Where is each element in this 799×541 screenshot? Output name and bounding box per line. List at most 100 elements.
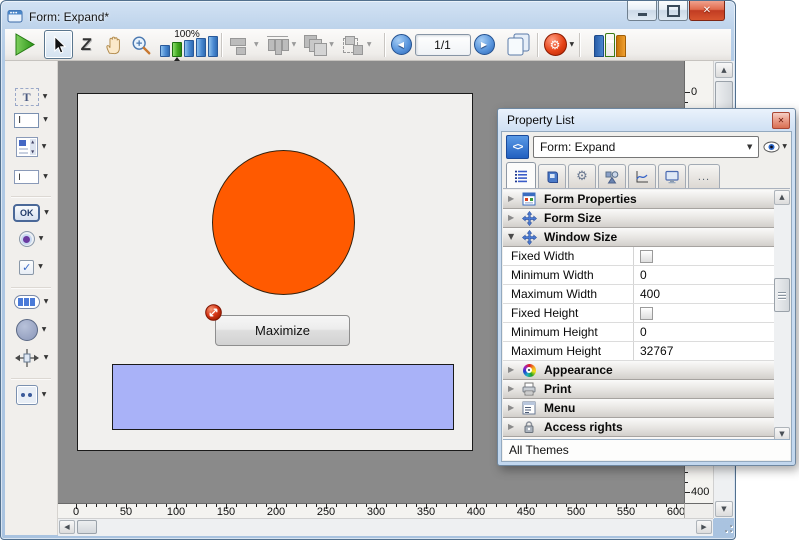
section-header-print[interactable]: ▶ Print: [503, 380, 775, 399]
zoom-level-selector[interactable]: 100%: [158, 29, 216, 60]
property-row-fixed-height: Fixed Height: [503, 304, 775, 323]
property-list-close-button[interactable]: ✕: [772, 112, 790, 129]
scroll-up-button[interactable]: ▲: [715, 62, 733, 78]
run-button[interactable]: [11, 31, 38, 58]
section-label: Menu: [544, 401, 575, 415]
fixed-height-checkbox[interactable]: [640, 307, 653, 320]
circle-widget[interactable]: [212, 150, 355, 295]
tab-order-tool-button[interactable]: Z: [73, 31, 100, 58]
code-icon[interactable]: <>: [506, 135, 529, 159]
maximize-widget-button[interactable]: Maximize: [215, 315, 350, 346]
previous-page-button[interactable]: ◀: [391, 34, 412, 55]
section-label: Form Properties: [544, 192, 637, 206]
window-icon: [7, 8, 23, 27]
palette-separator: [11, 378, 51, 380]
section-header-appearance[interactable]: ▶ Appearance: [503, 361, 775, 380]
property-label: Fixed Height: [503, 306, 633, 320]
tab-help[interactable]: [538, 164, 566, 188]
expander-icon[interactable]: ▶: [508, 385, 520, 393]
horizontal-scroll-thumb[interactable]: [77, 520, 97, 534]
dropdown-caret-icon[interactable]: ▼: [42, 392, 47, 398]
indicator-tool[interactable]: ▼: [16, 384, 47, 406]
dropdown-caret-icon[interactable]: ▼: [39, 236, 44, 242]
appearance-icon: [520, 364, 538, 377]
expander-icon[interactable]: ▶: [508, 423, 520, 431]
expander-icon[interactable]: ▶: [508, 366, 520, 374]
event-badge-icon[interactable]: [205, 304, 222, 321]
pages-button[interactable]: [504, 32, 532, 57]
combobox-tool[interactable]: I ▼: [14, 166, 48, 188]
book-icon: [594, 35, 604, 57]
ellipse-tool[interactable]: ▼: [16, 319, 47, 341]
rectangle-widget[interactable]: [112, 364, 454, 430]
slider-tool[interactable]: ▼: [14, 347, 49, 369]
minimize-button[interactable]: [627, 1, 657, 21]
section-header-window-size[interactable]: ▼ Window Size: [503, 228, 775, 247]
dropdown-caret-icon[interactable]: ▼: [43, 174, 48, 180]
expander-icon[interactable]: ▶: [508, 214, 520, 222]
property-value[interactable]: 32767: [633, 342, 775, 360]
radio-button-tool[interactable]: ▼: [19, 228, 44, 250]
static-text-tool[interactable]: T ▼: [15, 86, 48, 108]
visibility-button[interactable]: ▼: [763, 141, 787, 153]
expander-icon[interactable]: ▼: [508, 233, 520, 241]
checkbox-tool[interactable]: ✓ ▼: [19, 256, 43, 278]
property-value-cell: [633, 304, 775, 322]
tab-curves[interactable]: [628, 164, 656, 188]
select-tool-button[interactable]: [44, 30, 73, 59]
dropdown-caret-icon[interactable]: ▼: [44, 210, 49, 216]
button-tool[interactable]: OK ▼: [13, 202, 49, 224]
library-button[interactable]: [594, 33, 626, 57]
maximize-button[interactable]: [658, 1, 688, 21]
expander-icon[interactable]: ▶: [508, 404, 520, 412]
section-header-menu[interactable]: ▶ Menu: [503, 399, 775, 418]
dropdown-caret-icon[interactable]: ▼: [43, 117, 48, 123]
fixed-width-checkbox[interactable]: [640, 250, 653, 263]
themes-status-text: All Themes: [509, 443, 569, 457]
dropdown-caret-icon[interactable]: ▼: [44, 299, 49, 305]
property-value[interactable]: 400: [633, 285, 775, 303]
tab-more[interactable]: ...: [688, 164, 720, 188]
tab-settings[interactable]: ⚙: [568, 164, 596, 188]
dropdown-caret-icon[interactable]: ▼: [38, 264, 43, 270]
scroll-left-button[interactable]: ◀: [59, 520, 75, 534]
property-list-scrollbar[interactable]: ▲ ▼: [774, 190, 790, 442]
property-grid: ▶ Form Properties ▶ Form Size ▼: [503, 190, 775, 442]
property-label: Maximum Height: [503, 344, 633, 358]
close-button[interactable]: ✕: [689, 1, 725, 21]
tab-display[interactable]: [658, 164, 686, 188]
scroll-right-button[interactable]: ▶: [696, 520, 712, 534]
dropdown-caret-icon[interactable]: ▼: [42, 327, 47, 333]
edit-field-tool[interactable]: I ▼: [14, 109, 48, 131]
section-header-form-size[interactable]: ▶ Form Size: [503, 209, 775, 228]
order-tool-button: ▼: [303, 34, 334, 56]
property-value[interactable]: 0: [633, 323, 775, 341]
scroll-thumb[interactable]: [774, 278, 790, 312]
page-indicator[interactable]: 1/1: [415, 34, 471, 56]
dropdown-caret-icon[interactable]: ▼: [44, 355, 49, 361]
zoom-tool-button[interactable]: [127, 31, 154, 58]
tab-objects[interactable]: [598, 164, 626, 188]
listbox-tool[interactable]: ▲▼ ▼: [16, 134, 47, 160]
dropdown-caret-icon[interactable]: ▼: [570, 42, 575, 48]
resize-grip[interactable]: [713, 518, 735, 535]
dropdown-caret-icon[interactable]: ▼: [42, 144, 47, 150]
property-value[interactable]: 0: [633, 266, 775, 284]
settings-button[interactable]: ⚙: [544, 33, 567, 56]
next-page-button[interactable]: ▶: [474, 34, 495, 55]
tab-properties[interactable]: [506, 162, 536, 188]
progress-bar-tool[interactable]: ▼: [14, 291, 49, 313]
dropdown-caret-icon[interactable]: ▼: [43, 94, 48, 100]
expander-icon[interactable]: ▶: [508, 195, 520, 203]
dropdown-caret-icon: ▼: [367, 42, 372, 48]
scroll-down-button[interactable]: ▼: [715, 501, 733, 517]
form-surface[interactable]: Maximize: [77, 93, 473, 451]
pan-tool-button[interactable]: [100, 31, 127, 58]
title-bar[interactable]: Form: Expand*: [7, 6, 625, 28]
scroll-up-button[interactable]: ▲: [774, 190, 790, 205]
section-header-access-rights[interactable]: ▶ Access rights: [503, 418, 775, 437]
object-selector-combo[interactable]: Form: Expand ▼: [533, 136, 759, 158]
section-header-form-properties[interactable]: ▶ Form Properties: [503, 190, 775, 209]
form-properties-icon: [520, 192, 538, 206]
horizontal-scrollbar[interactable]: ◀ ▶: [58, 518, 713, 536]
